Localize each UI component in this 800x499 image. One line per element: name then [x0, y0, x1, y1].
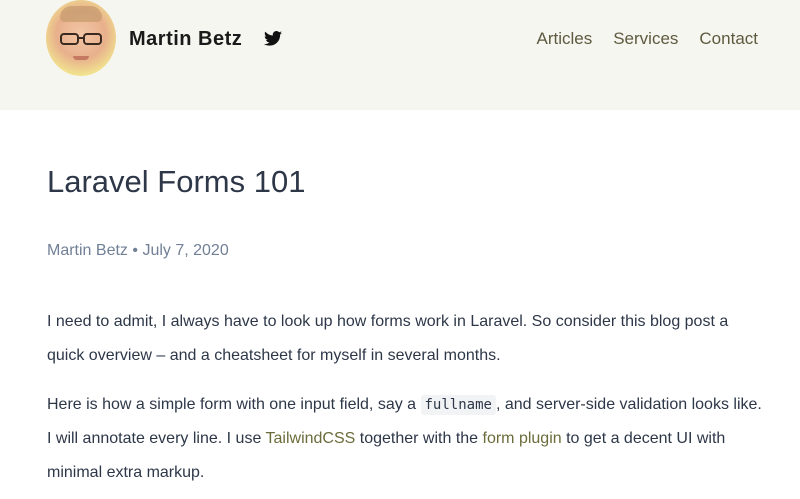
- avatar[interactable]: [46, 0, 116, 76]
- main-nav: Articles Services Contact: [536, 29, 758, 49]
- avatar-glasses: [60, 33, 102, 45]
- author-link[interactable]: Martin Betz: [47, 242, 128, 259]
- nav-contact[interactable]: Contact: [699, 29, 758, 49]
- publish-date: July 7, 2020: [142, 242, 229, 259]
- inline-code-fullname: fullname: [420, 395, 496, 415]
- text-segment: Here is how a simple form with one input…: [47, 396, 421, 413]
- text-segment: together with the: [355, 430, 483, 447]
- article-meta: Martin Betz • July 7, 2020: [47, 242, 229, 260]
- paragraph-form-intro: Here is how a simple form with one input…: [47, 388, 767, 490]
- nav-articles[interactable]: Articles: [536, 29, 592, 49]
- article-title: Laravel Forms 101: [47, 164, 306, 199]
- avatar-hair: [60, 6, 102, 22]
- tailwindcss-link[interactable]: TailwindCSS: [266, 430, 356, 447]
- form-plugin-link[interactable]: form plugin: [483, 430, 562, 447]
- avatar-mouth: [73, 56, 89, 60]
- site-header: Martin Betz Articles Services Contact: [0, 0, 800, 110]
- site-brand-name[interactable]: Martin Betz: [129, 28, 242, 51]
- twitter-icon[interactable]: [264, 31, 282, 46]
- paragraph-intro: I need to admit, I always have to look u…: [47, 313, 729, 364]
- nav-services[interactable]: Services: [613, 29, 678, 49]
- meta-separator: •: [132, 242, 138, 259]
